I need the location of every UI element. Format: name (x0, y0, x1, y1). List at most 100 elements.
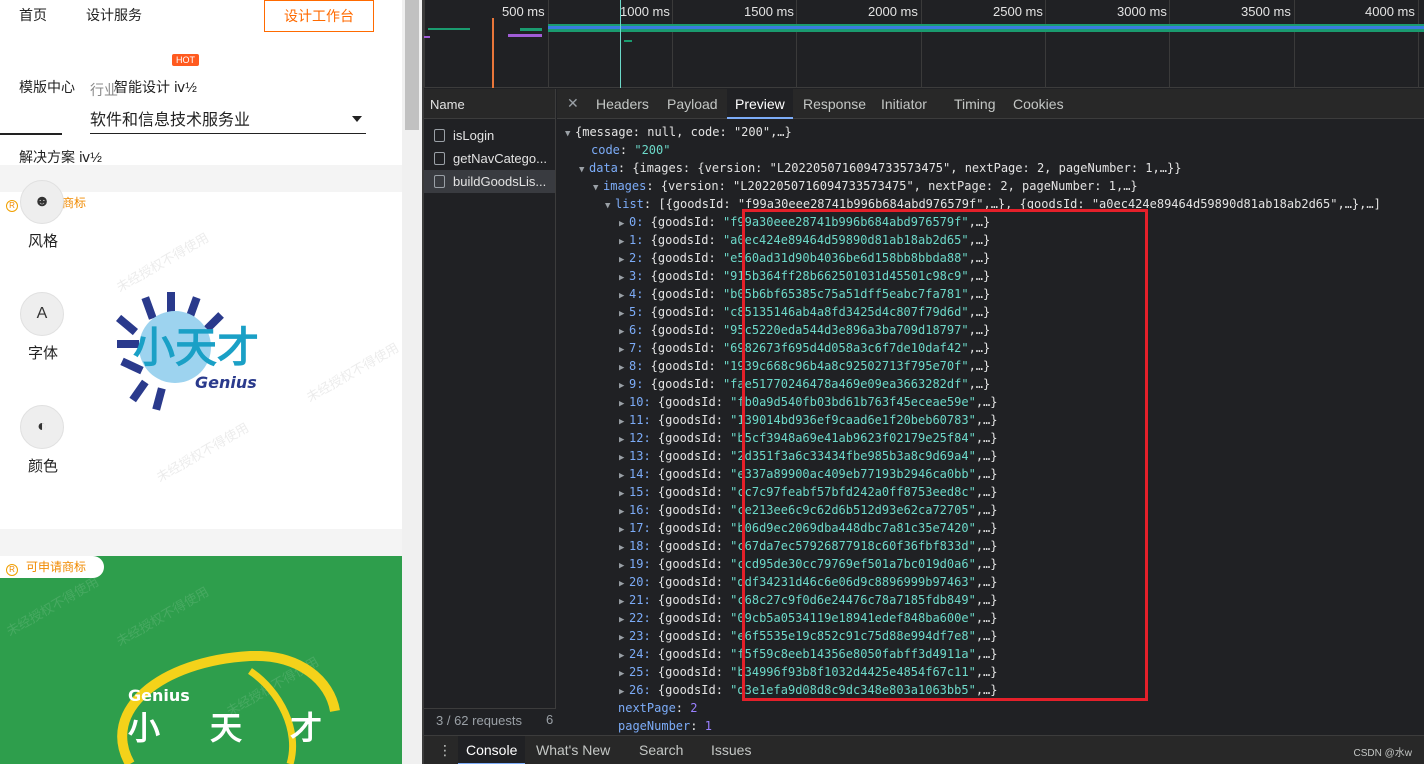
tab-console[interactable]: Console (458, 736, 526, 764)
request-row-selected[interactable]: buildGoodsLis... (424, 170, 555, 193)
tick-line (672, 0, 673, 88)
tick-line (548, 0, 549, 88)
tick-line (1294, 0, 1295, 88)
tab-cookies[interactable]: Cookies (1005, 89, 1072, 119)
tab-payload[interactable]: Payload (659, 89, 726, 119)
tool-font[interactable]: A 字体 (20, 292, 66, 363)
watermark: 未经授权不得使用 (303, 339, 402, 405)
tick-line (424, 0, 425, 88)
genius-logo-blue: 小天才 Genius (116, 292, 259, 411)
waterfall-bar (548, 26, 1424, 29)
waterfall-bar (428, 28, 470, 30)
request-count: 3 / 62 requests (424, 708, 556, 734)
request-row[interactable]: getNavCatego... (424, 147, 555, 170)
tree-nextpage-row: nextPage: 2 (618, 701, 698, 715)
waterfall-bar (508, 34, 542, 37)
tick-line (1045, 0, 1046, 88)
devtools-panel: 500 ms 1000 ms 1500 ms 2000 ms 2500 ms 3… (424, 0, 1424, 764)
tab-initiator[interactable]: Initiator (873, 89, 935, 119)
tick-label: 1000 ms (620, 4, 670, 19)
scrollbar-thumb[interactable] (405, 0, 419, 130)
font-a-icon: A (20, 292, 64, 336)
workspace-button[interactable]: 设计工作台 (264, 0, 374, 32)
logo-en-text: Genius (195, 373, 257, 392)
request-name: isLogin (453, 128, 495, 143)
tool-style[interactable]: ☻ 风格 (20, 180, 66, 251)
request-name: getNavCatego... (453, 151, 547, 166)
filter-panel: 模版中心 行业 智能设计 ⅳ½ HOT 软件和信息技术服务业 解决方案 ⅳ½ (0, 50, 402, 165)
detail-tabs: ✕ Headers Payload Preview Response Initi… (557, 89, 1424, 119)
website-scrollbar[interactable] (402, 0, 422, 764)
top-nav: 首页 设计服务 设计工作台 (0, 0, 402, 50)
badge-label: 可申请商标 (26, 560, 87, 574)
tab-headers[interactable]: Headers (588, 89, 657, 119)
nav-home-link[interactable]: 首页 (19, 5, 47, 25)
website-panel: 首页 设计服务 设计工作台 模版中心 行业 智能设计 ⅳ½ HOT 软件和信息技… (0, 0, 402, 764)
logo-card-1[interactable]: R可申请商标 未经授权不得使用 未经授权不得使用 未经授权不得使用 ☻ 风格 A… (0, 180, 402, 529)
watermark: 未经授权不得使用 (113, 583, 212, 649)
color-palette-icon: ◐ (20, 405, 64, 449)
triangle-down-icon: ▼ (593, 183, 599, 193)
triangle-down-icon: ▼ (605, 201, 611, 211)
caret-down-icon (352, 116, 362, 122)
logo2-char: 小 (128, 709, 160, 747)
tab-whats-new[interactable]: What's New (528, 736, 618, 764)
waterfall-bar (624, 40, 632, 42)
red-highlight-box (742, 209, 1148, 701)
close-icon[interactable]: ✕ (567, 95, 579, 112)
logo-cn-text: 小天才 (133, 323, 259, 372)
tick-label: 3500 ms (1241, 4, 1291, 19)
tab-solutions[interactable]: 解决方案 ⅳ½ (19, 147, 102, 167)
tab-issues[interactable]: Issues (703, 736, 759, 764)
tool-color[interactable]: ◐ 颜色 (20, 405, 66, 476)
drawer-tabs: ⋮ Console What's New Search Issues CSDN … (424, 735, 1424, 764)
tool-color-label: 颜色 (27, 458, 58, 475)
tree-data-row[interactable]: ▼ data: {images: {version: "L202205071609… (579, 159, 1181, 177)
tick-label: 3000 ms (1117, 4, 1167, 19)
request-row[interactable]: isLogin (424, 124, 555, 147)
file-icon (434, 129, 445, 142)
logo2-en-text: Genius (128, 686, 190, 705)
tree-code-row: code: "200" (591, 143, 671, 157)
name-column-header[interactable]: Name (424, 89, 555, 119)
file-icon (434, 175, 445, 188)
root-summary: {message: null, code: "200",…} (575, 125, 792, 139)
tab-timing[interactable]: Timing (946, 89, 1004, 119)
tick-line (921, 0, 922, 88)
tick-label: 4000 ms (1365, 4, 1415, 19)
tab-search[interactable]: Search (631, 736, 691, 764)
triangle-down-icon: ▼ (579, 165, 585, 175)
request-detail: ✕ Headers Payload Preview Response Initi… (557, 89, 1424, 734)
tick-line (796, 0, 797, 88)
tree-images-row[interactable]: ▼ images: {version: "L2022050716094733573… (593, 177, 1138, 195)
tab-ai-design[interactable]: 智能设计 ⅳ½ (114, 77, 197, 97)
tab-template-center[interactable]: 模版中心 (19, 77, 75, 97)
tool-font-label: 字体 (27, 345, 58, 362)
tick-line (1169, 0, 1170, 88)
logo-card-2[interactable]: R 可申请商标 未经授权不得使用 未经授权不得使用 未经授权不得使用 Genius… (0, 556, 402, 764)
credit-text: CSDN @水w (1353, 748, 1413, 759)
waterfall-bar (520, 28, 542, 31)
tick-label: 2000 ms (868, 4, 918, 19)
registered-icon: R (6, 200, 18, 212)
tree-pagenumber-row: pageNumber: 1 (618, 719, 712, 733)
more-menu-icon[interactable]: ⋮ (438, 742, 452, 759)
logo2-char: 天 (210, 709, 242, 747)
tick-line (1418, 0, 1419, 88)
tab-preview[interactable]: Preview (727, 89, 793, 119)
industry-select[interactable]: 软件和信息技术服务业 (90, 106, 366, 134)
triangle-down-icon: ▼ (565, 129, 571, 139)
tree-root[interactable]: ▼ {message: null, code: "200",…} (565, 123, 792, 141)
tab-response[interactable]: Response (795, 89, 874, 119)
nav-design-service-link[interactable]: 设计服务 (86, 5, 142, 25)
watermark: 未经授权不得使用 (113, 229, 212, 295)
watermark: 未经授权不得使用 (3, 573, 102, 639)
logo2-char: 才 (290, 709, 322, 747)
network-timeline[interactable]: 500 ms 1000 ms 1500 ms 2000 ms 2500 ms 3… (424, 0, 1424, 88)
request-name: buildGoodsLis... (453, 174, 547, 189)
palette-face-icon: ☻ (20, 180, 64, 224)
active-tab-underline (0, 133, 62, 135)
hot-badge: HOT (172, 54, 199, 66)
industry-select-value: 软件和信息技术服务业 (90, 112, 251, 129)
waterfall-bar (424, 36, 430, 38)
